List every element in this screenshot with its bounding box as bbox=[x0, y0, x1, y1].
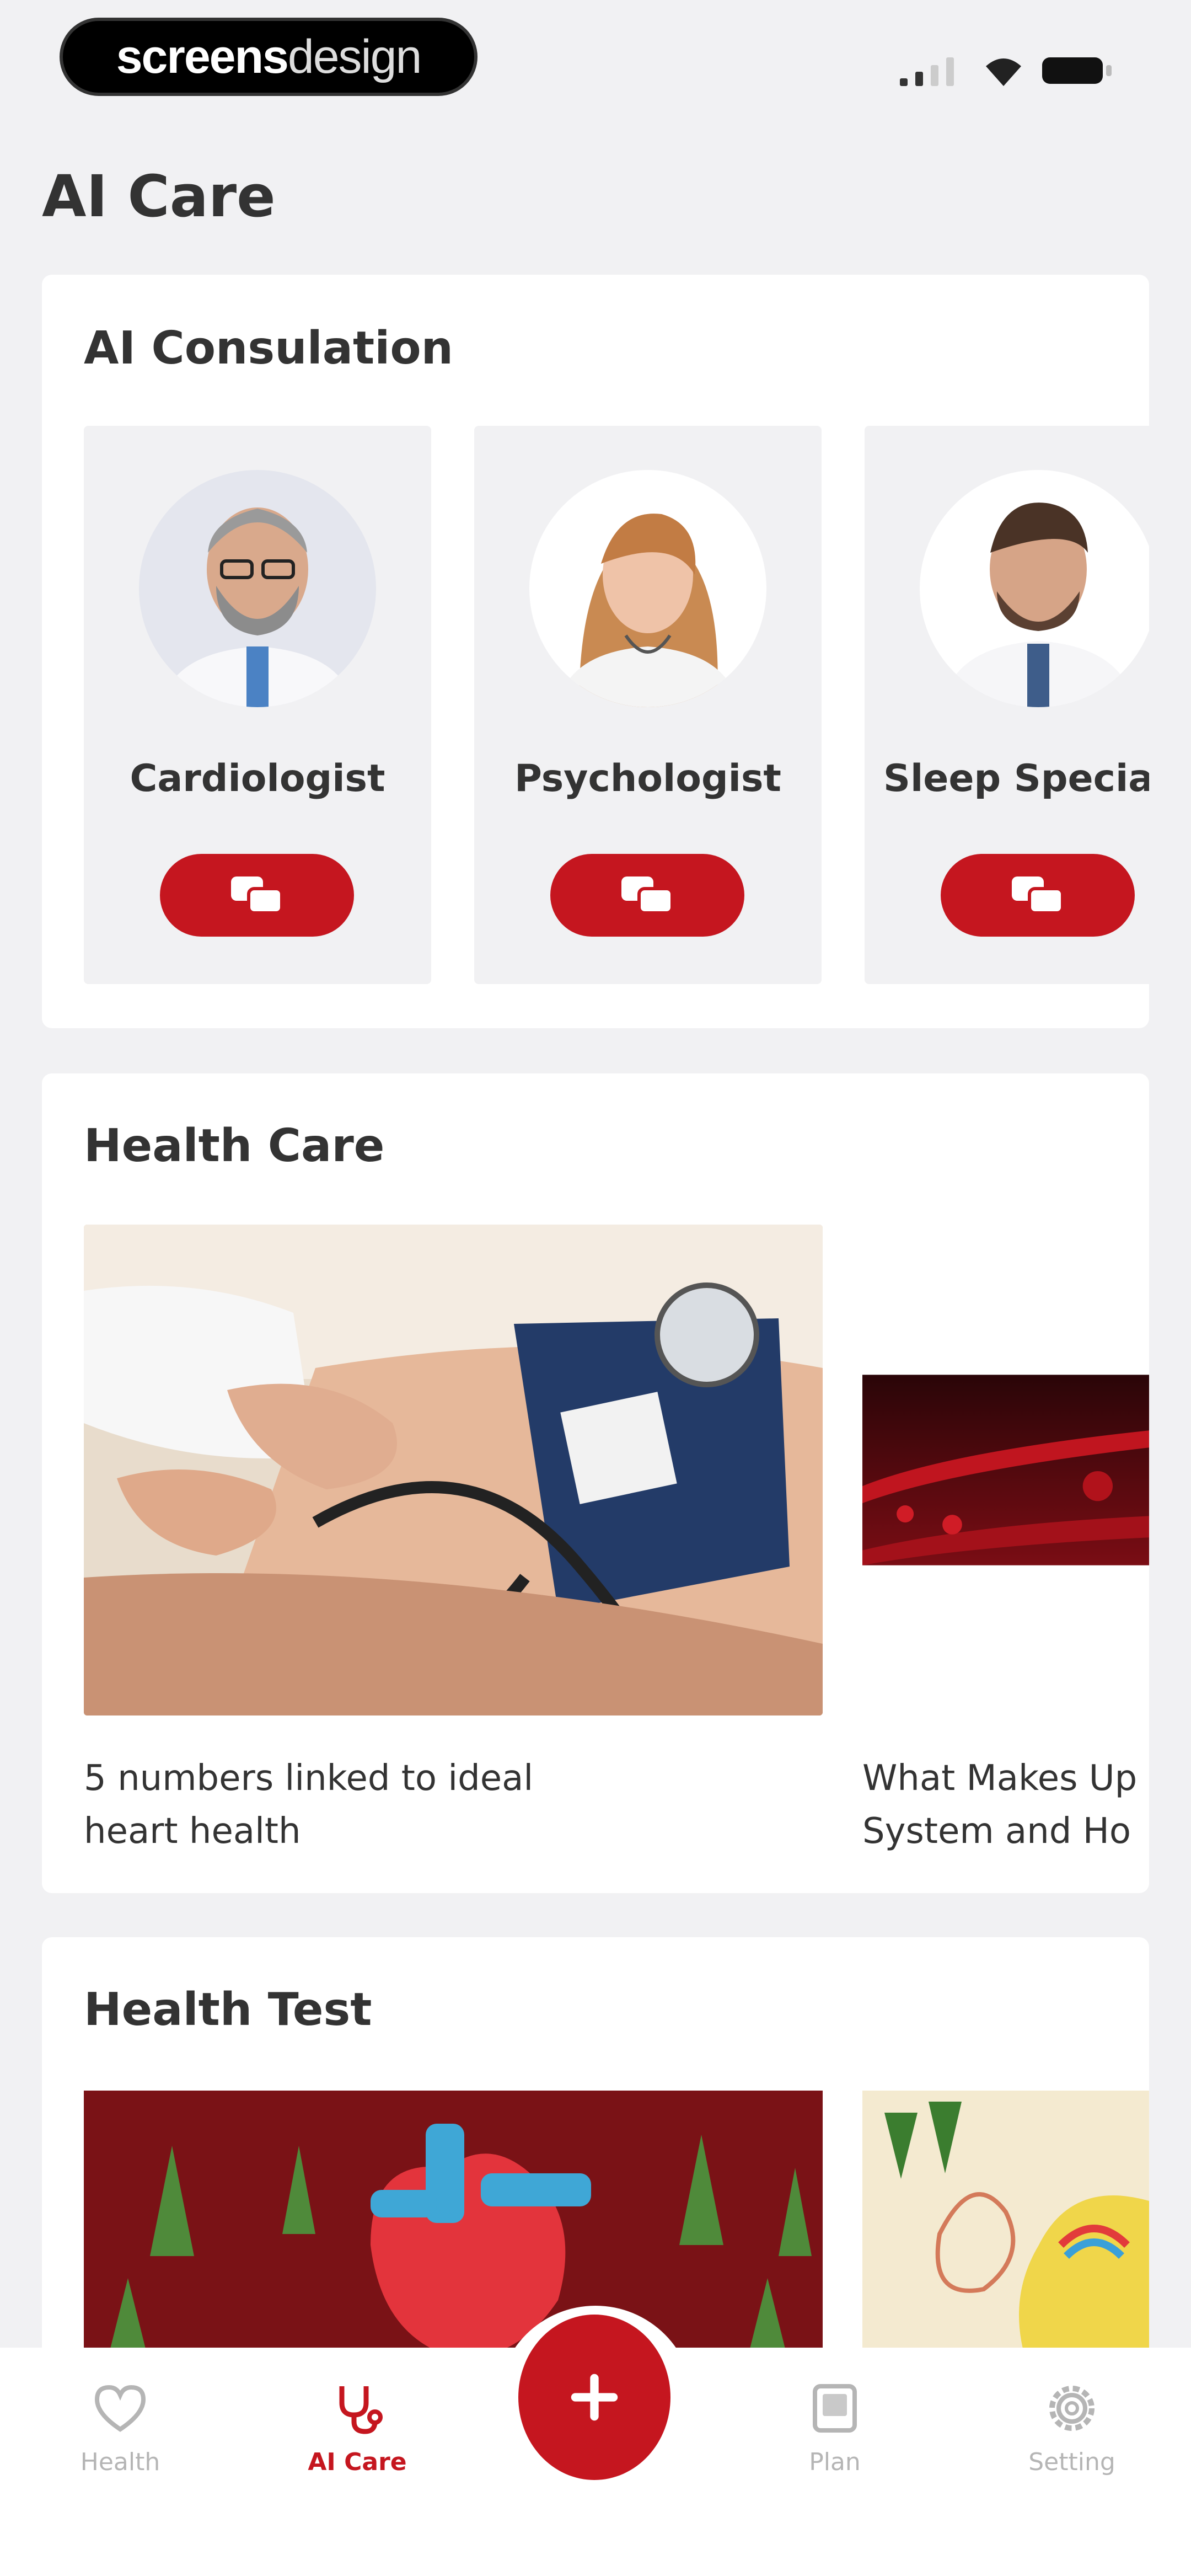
wifi-icon bbox=[986, 58, 1021, 86]
article-card[interactable]: What Makes Up System and Ho bbox=[862, 1225, 1149, 1858]
tab-label: Plan bbox=[809, 2448, 861, 2476]
section-title-health-test: Health Test bbox=[84, 1984, 372, 2036]
chat-icon bbox=[621, 877, 674, 915]
tab-setting[interactable]: Setting bbox=[989, 2348, 1155, 2513]
tab-ai-care[interactable]: AI Care bbox=[275, 2348, 440, 2513]
article-card[interactable]: 5 numbers linked to ideal heart health bbox=[84, 1225, 823, 1858]
plan-icon bbox=[813, 2384, 857, 2433]
status-bar: screensdesign bbox=[0, 0, 1191, 110]
psychologist-avatar bbox=[529, 470, 766, 707]
doctor-name: Sleep Special bbox=[883, 757, 1149, 800]
page-title: AI Care bbox=[42, 163, 276, 230]
cardiologist-avatar bbox=[139, 470, 376, 707]
chat-button-cardiologist[interactable] bbox=[160, 854, 354, 937]
heart-icon bbox=[94, 2385, 146, 2432]
section-title-health-care: Health Care bbox=[84, 1120, 385, 1172]
battery-icon bbox=[1042, 57, 1112, 84]
mental-test-image[interactable] bbox=[862, 2091, 1149, 2366]
doctor-card-psychologist[interactable]: Psychologist bbox=[474, 426, 822, 984]
chat-button-psychologist[interactable] bbox=[550, 854, 744, 937]
article-caption: 5 numbers linked to ideal heart health bbox=[84, 1758, 534, 1852]
plus-icon bbox=[571, 2374, 618, 2421]
tab-health[interactable]: Health bbox=[37, 2348, 203, 2513]
chat-icon bbox=[231, 877, 283, 915]
chat-icon bbox=[1012, 877, 1064, 915]
blood-pressure-image bbox=[84, 1225, 823, 1718]
health-care-card: Health Care 5 numbers linked to ideal he… bbox=[42, 1073, 1149, 1893]
status-icons bbox=[900, 57, 1112, 86]
section-title-ai-consultation: AI Consulation bbox=[84, 322, 454, 375]
doctor-name: Cardiologist bbox=[130, 757, 385, 800]
watermark-logo: screensdesign bbox=[60, 18, 478, 96]
add-button[interactable] bbox=[518, 2315, 670, 2480]
tab-label: Setting bbox=[1028, 2448, 1115, 2476]
stethoscope-icon bbox=[339, 2386, 383, 2434]
tab-label: AI Care bbox=[308, 2448, 407, 2476]
signal-icon bbox=[900, 57, 954, 86]
gear-icon bbox=[1049, 2386, 1095, 2431]
blood-vessel-image bbox=[862, 1375, 1149, 1565]
doctor-card-sleep-specialist[interactable]: Sleep Special bbox=[865, 426, 1149, 984]
sleep-specialist-avatar bbox=[920, 470, 1149, 707]
chat-button-sleep-specialist[interactable] bbox=[941, 854, 1135, 937]
tab-plan[interactable]: Plan bbox=[752, 2348, 918, 2513]
tab-label: Health bbox=[80, 2448, 160, 2476]
heart-test-image[interactable] bbox=[84, 2091, 823, 2366]
doctor-name: Psychologist bbox=[514, 757, 781, 800]
article-caption: What Makes Up System and Ho bbox=[862, 1758, 1138, 1852]
doctor-card-cardiologist[interactable]: Cardiologist bbox=[84, 426, 431, 984]
ai-consultation-card: AI Consulation Cardiologist Psychologist… bbox=[42, 275, 1149, 1028]
